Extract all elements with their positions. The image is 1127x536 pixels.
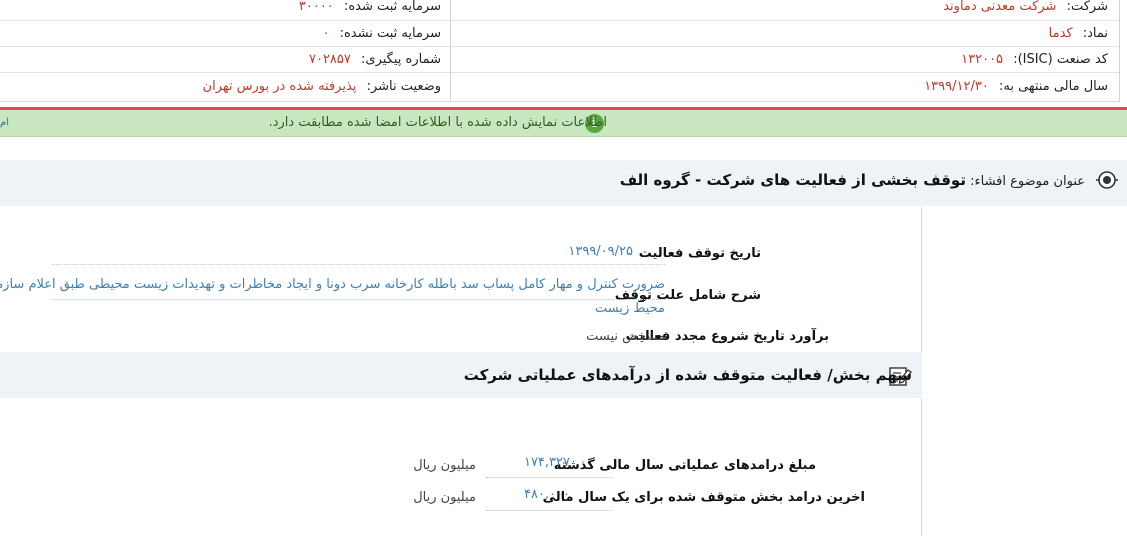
unregistered-capital-label: سرمایه ثبت نشده:: [339, 26, 441, 41]
prev-year-revenue-label: مبلغ درامدهای عملیاتی سال مالی گذشته: [553, 458, 816, 473]
registered-capital-value: ۳۰۰۰۰: [298, 0, 334, 14]
disclosure-subject: عنوان موضوع افشاء: توقف بخشی از فعالیت ه…: [620, 161, 1085, 201]
restart-value: مشخص نیست: [586, 329, 665, 344]
company-value[interactable]: شرکت معدنی دماوند: [943, 0, 1056, 14]
company-field: شرکت: شرکت معدنی دماوند: [943, 0, 1108, 19]
grid-column-divider: [450, 0, 451, 101]
stop-date-label: تاریخ توقف فعالیت: [638, 246, 761, 261]
grid-divider: [0, 20, 1120, 21]
reason-underline: [52, 299, 665, 300]
last-year-revenue-label: اخرین درامد بخش متوقف شده برای یک سال ما…: [542, 490, 865, 505]
publisher-status-label: وضعیت ناشر:: [366, 79, 441, 94]
tracking-label: شماره پیگیری:: [361, 52, 441, 67]
tracking-field: شماره پیگیری: ۷۰۲۸۵۷: [309, 47, 441, 72]
stop-date-value: ۱۳۹۹/۰۹/۲۵: [568, 244, 633, 259]
company-info-grid: شرکت: شرکت معدنی دماوند سرمایه ثبت شده: …: [0, 0, 1120, 102]
tracking-value: ۷۰۲۸۵۷: [308, 52, 351, 67]
company-label: شرکت:: [1066, 0, 1108, 14]
symbol-field: نماد: کدما: [1049, 21, 1108, 46]
grid-edge-divider: [1119, 0, 1120, 101]
notice-edge-text: ام: [0, 117, 9, 128]
fiscal-year-field: سال مالی منتهی به: ۱۳۹۹/۱۲/۳۰: [924, 74, 1108, 99]
target-icon: [1096, 171, 1118, 189]
publisher-status-field: وضعیت ناشر: پذیرفته شده در بورس تهران: [203, 74, 441, 99]
revenue-section-title: سهم بخش/ فعالیت متوقف شده از درآمدهای عم…: [463, 366, 912, 384]
unregistered-capital-value: ۰: [322, 26, 330, 41]
symbol-value[interactable]: کدما: [1049, 26, 1073, 41]
registered-capital-field: سرمایه ثبت شده: ۳۰۰۰۰: [299, 0, 441, 19]
fiscal-year-value: ۱۳۹۹/۱۲/۳۰: [924, 79, 989, 94]
subject-value: توقف بخشی از فعالیت های شرکت - گروه الف: [619, 171, 966, 189]
isic-value: ۱۳۲۰۰۵: [961, 52, 1004, 67]
isic-field: کد صنعت (ISIC): ۱۳۲۰۰۵: [961, 47, 1108, 72]
prev-year-revenue-unit: میلیون ریال: [413, 458, 476, 473]
symbol-label: نماد:: [1082, 26, 1108, 41]
last-year-revenue-value: ۴۸۰,۰۰۰: [523, 487, 570, 502]
prev-year-revenue-underline: [486, 477, 612, 478]
fiscal-year-label: سال مالی منتهی به:: [998, 79, 1108, 94]
publisher-status-value: پذیرفته شده در بورس تهران: [202, 79, 357, 94]
verification-notice-text: اطلاعات نمایش داده شده با اطلاعات امضا ش…: [268, 115, 607, 130]
reason-value-line2: محیط زیست: [594, 301, 665, 316]
prev-year-revenue-value: ۱۷۴,۳۲۷: [523, 455, 570, 470]
reason-value-line1: ضرورت کنترل و مهار کامل پساب سد باطله کا…: [0, 277, 665, 292]
subject-label: عنوان موضوع افشاء:: [970, 174, 1085, 189]
unregistered-capital-field: سرمایه ثبت نشده: ۰: [322, 21, 441, 46]
isic-label: کد صنعت (ISIC):: [1013, 52, 1108, 67]
grid-divider: [0, 72, 1120, 73]
grid-divider: [0, 46, 1120, 47]
last-year-revenue-underline: [486, 510, 612, 511]
stop-date-underline: [52, 264, 665, 265]
last-year-revenue-unit: میلیون ریال: [413, 490, 476, 505]
registered-capital-label: سرمایه ثبت شده:: [343, 0, 441, 14]
